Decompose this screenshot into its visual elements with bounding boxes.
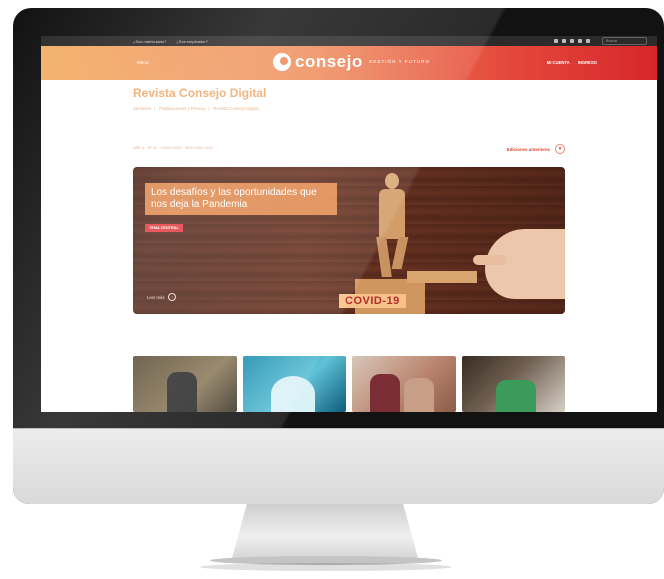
monitor: ¿Sos matriculado? ¿Sos empleador? Buscar…: [13, 8, 664, 504]
page-title: Revista Consejo Digital: [133, 86, 267, 100]
hero-title[interactable]: Los desafíos y las oportunidades que nos…: [151, 187, 331, 211]
article-thumbnail-1[interactable]: [133, 356, 237, 412]
instagram-icon[interactable]: [554, 39, 558, 43]
breadcrumb-separator: |: [153, 106, 155, 111]
logo-mark-icon: [273, 53, 291, 71]
chevron-down-icon: ▾: [555, 144, 565, 154]
linkedin-icon[interactable]: [586, 39, 590, 43]
breadcrumb-item-current: Revista Consejo Digital: [213, 106, 259, 111]
top-link-matriculado[interactable]: ¿Sos matriculado?: [133, 39, 166, 44]
breadcrumb: Servicios | Publicaciones y Prensa | Revis…: [133, 106, 565, 111]
article-thumbnail-3[interactable]: [352, 356, 456, 412]
hero-banner[interactable]: COVID-19 Los desafíos y las oportunidade…: [133, 167, 565, 314]
social-links: Buscar: [554, 37, 647, 45]
monitor-shadow: [200, 563, 452, 571]
twitter-icon[interactable]: [570, 39, 574, 43]
main-content: Revista Consejo Digital Servicios | Publi…: [133, 86, 565, 314]
breadcrumb-item-publicaciones[interactable]: Publicaciones y Prensa: [159, 106, 205, 111]
top-link-empleador[interactable]: ¿Sos empleador?: [176, 39, 208, 44]
hero-category-badge: TEMA CENTRAL: [145, 224, 183, 232]
read-more-label: Leer más: [147, 294, 165, 300]
wooden-figure-image: [369, 173, 419, 277]
logo-tagline: GESTIÓN Y FUTURO: [368, 59, 431, 64]
facebook-icon[interactable]: [562, 39, 566, 43]
logo[interactable]: consejo GESTIÓN Y FUTURO: [273, 52, 430, 72]
top-bar: ¿Sos matriculado? ¿Sos empleador? Buscar: [41, 36, 657, 46]
browser-screen: ¿Sos matriculado? ¿Sos empleador? Buscar…: [41, 36, 657, 412]
menu-button[interactable]: Menú: [137, 60, 149, 65]
previous-editions-label: Ediciones anteriores: [506, 146, 550, 152]
article-thumbnail-4[interactable]: [461, 356, 565, 412]
search-input[interactable]: Buscar: [602, 37, 647, 45]
arrow-right-icon: ›: [168, 293, 177, 301]
breadcrumb-separator: |: [207, 106, 209, 111]
read-more-link[interactable]: Leer más ›: [147, 293, 177, 301]
main-navbar: Menú consejo GESTIÓN Y FUTURO MI CUENTA …: [41, 46, 657, 80]
finger-image: [473, 255, 507, 265]
edition-row: AÑO 6 · Nº 62 · JUNIO 2020 · ISSN 1851-4…: [133, 144, 565, 154]
login-link[interactable]: INGRESO: [578, 60, 597, 65]
article-thumbnail-2[interactable]: [242, 356, 346, 412]
monitor-stand: [232, 504, 418, 558]
edition-meta: AÑO 6 · Nº 62 · JUNIO 2020 · ISSN 1851-4…: [133, 146, 213, 150]
covid-block-label: COVID-19: [339, 294, 406, 308]
breadcrumb-item-servicios[interactable]: Servicios: [133, 106, 151, 111]
logo-wordmark: consejo: [295, 52, 363, 71]
article-thumbnails: [133, 356, 565, 412]
hero-title-box: Los desafíos y las oportunidades que nos…: [145, 183, 337, 215]
youtube-icon[interactable]: [578, 39, 582, 43]
monitor-chin: [13, 428, 664, 504]
previous-editions-dropdown[interactable]: Ediciones anteriores ▾: [507, 144, 565, 154]
account-nav: MI CUENTA INGRESO: [547, 60, 597, 65]
wooden-block-image: [407, 271, 477, 283]
my-account-link[interactable]: MI CUENTA: [547, 60, 570, 65]
